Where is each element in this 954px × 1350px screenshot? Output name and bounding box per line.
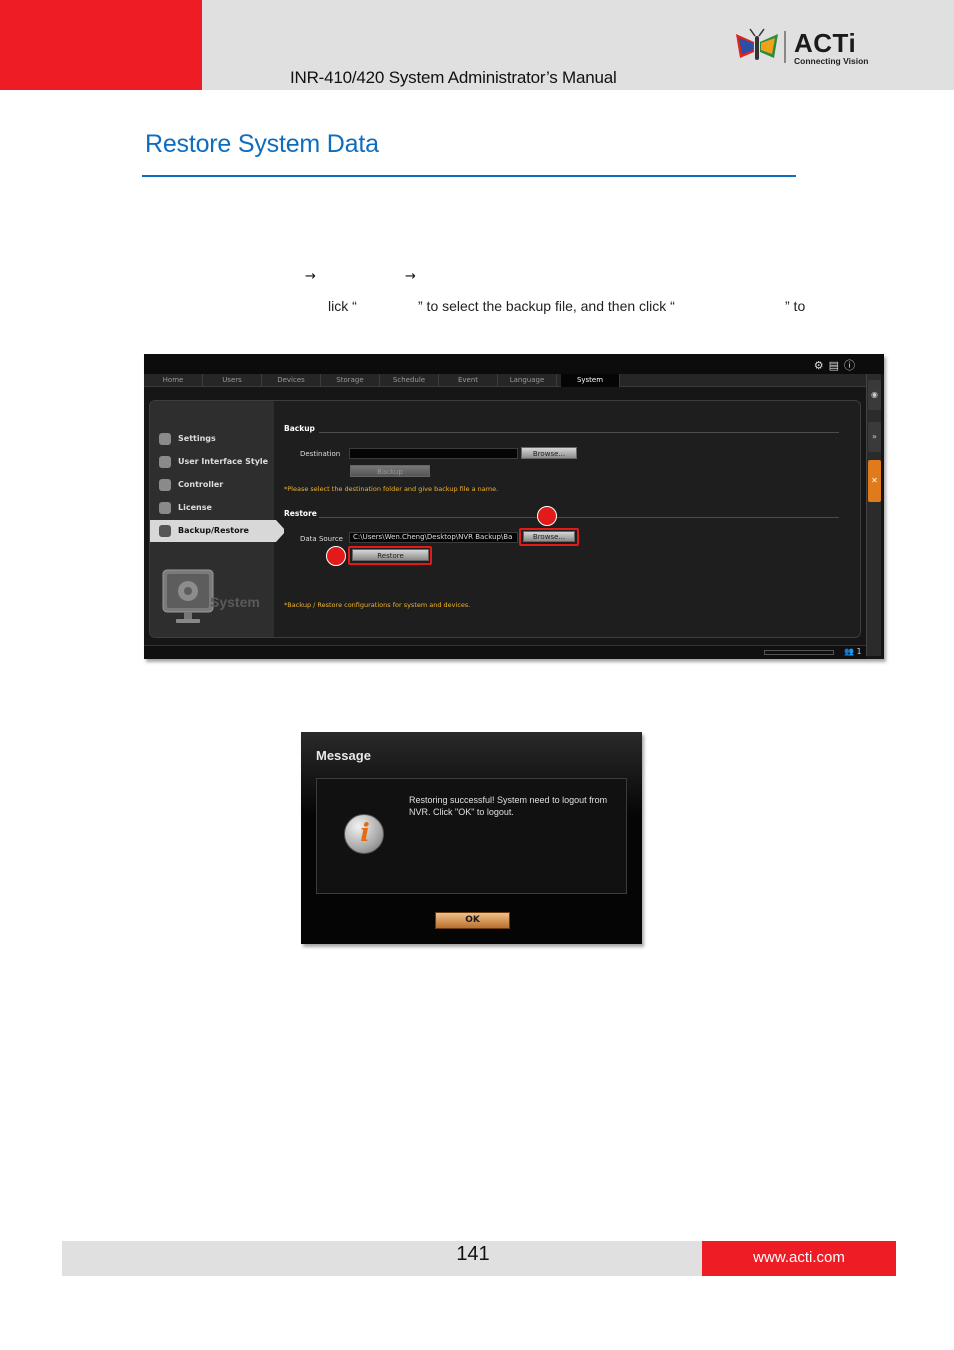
butterfly-logo-icon: [736, 28, 778, 60]
sidebar-item-label: Backup/Restore: [178, 526, 249, 535]
tab-system[interactable]: System: [561, 374, 620, 387]
tab-storage[interactable]: Storage: [321, 374, 380, 387]
sidebar-item-ui-style[interactable]: User Interface Style: [150, 451, 284, 473]
sidebar-item-label: User Interface Style: [178, 457, 269, 466]
step-marker-2: [326, 546, 346, 566]
right-side-panel: ◉ » ✕: [866, 374, 881, 656]
restore-highlight-box: [348, 546, 432, 565]
top-toolbar-icons: ⚙▤ⓘ: [814, 357, 860, 373]
user-count-value: 1: [856, 647, 862, 656]
key-icon: [159, 502, 171, 514]
acti-logo: ACTi Connecting Vision: [734, 28, 874, 68]
sidebar-item-backup-restore[interactable]: Backup/Restore: [150, 520, 284, 542]
restore-heading: Restore: [284, 509, 317, 518]
backup-browse-button[interactable]: Browse...: [521, 447, 577, 459]
instruction-fragment: ” to: [785, 298, 806, 314]
tab-users[interactable]: Users: [203, 374, 262, 387]
instruction-fragment: ” to select the backup file, and then cl…: [418, 298, 675, 314]
tab-event[interactable]: Event: [439, 374, 498, 387]
tab-language[interactable]: Language: [498, 374, 557, 387]
users-icon: 👥: [844, 647, 854, 656]
restore-message-dialog: Message i Restoring successful! System n…: [301, 732, 642, 944]
restore-rule: [319, 517, 839, 518]
dialog-title: Message: [316, 748, 371, 763]
dialog-body: i Restoring successful! System need to l…: [316, 778, 627, 894]
arrow-right-icon: →: [405, 269, 416, 284]
section-rule: [142, 175, 796, 177]
tab-home[interactable]: Home: [144, 374, 203, 387]
user-icon: [159, 525, 171, 537]
header-red-block: [0, 0, 202, 90]
logo-divider: [784, 31, 786, 63]
instruction-fragment: lick “: [328, 298, 357, 314]
sidebar-item-label: License: [178, 503, 212, 512]
document-icon[interactable]: ▤: [829, 359, 844, 372]
step-marker-1: [537, 506, 557, 526]
ok-button[interactable]: OK: [435, 912, 510, 929]
tab-schedule[interactable]: Schedule: [380, 374, 439, 387]
tab-devices[interactable]: Devices: [262, 374, 321, 387]
app-status-bar: 👥 1: [144, 645, 866, 659]
system-label: System: [210, 594, 260, 610]
user-count: 👥 1: [844, 647, 862, 656]
destination-label: Destination: [300, 450, 341, 458]
gear-icon: [159, 433, 171, 445]
data-source-field[interactable]: C:\Users\Wen.Cheng\Desktop\NVR Backup\Ba: [349, 532, 518, 543]
section-title: Restore System Data: [145, 130, 379, 158]
backup-restore-screenshot: ⚙▤ⓘ Home Users Devices Storage Schedule …: [144, 354, 884, 659]
fast-forward-icon[interactable]: »: [868, 422, 881, 452]
sidebar-item-settings[interactable]: Settings: [150, 428, 284, 450]
gear-icon[interactable]: ⚙: [814, 359, 829, 372]
settings-panel: Settings User Interface Style Controller…: [149, 400, 861, 638]
footer-url-link[interactable]: www.acti.com: [702, 1249, 896, 1266]
data-source-label: Data Source: [300, 535, 343, 543]
backup-button[interactable]: Backup: [350, 465, 430, 477]
info-icon[interactable]: ⓘ: [844, 359, 860, 372]
destination-field[interactable]: [349, 448, 518, 459]
logo-wordmark: ACTi: [794, 28, 857, 58]
layout-icon: [159, 456, 171, 468]
backup-note: *Please select the destination folder an…: [284, 485, 499, 493]
system-monitor-icon: [162, 569, 214, 623]
backup-restore-content: Backup Destination Browse... Backup *Ple…: [274, 401, 860, 637]
main-tab-bar: Home Users Devices Storage Schedule Even…: [144, 374, 866, 387]
backup-heading: Backup: [284, 424, 315, 433]
controller-icon: [159, 479, 171, 491]
info-icon: i: [344, 814, 384, 854]
sidebar-item-label: Controller: [178, 480, 224, 489]
sidebar-item-controller[interactable]: Controller: [150, 474, 284, 496]
sidebar-item-license[interactable]: License: [150, 497, 284, 519]
dialog-message: Restoring successful! System need to log…: [409, 795, 608, 817]
manual-title: INR-410/420 System Administrator’s Manua…: [290, 68, 617, 87]
sidebar-item-label: Settings: [178, 434, 216, 443]
browse-highlight-box: [519, 528, 579, 546]
tools-icon[interactable]: ✕: [868, 460, 881, 502]
app-top-strip: ⚙▤ⓘ: [144, 354, 884, 374]
arrow-right-icon: →: [305, 269, 316, 284]
eye-icon[interactable]: ◉: [868, 380, 881, 410]
logo-tagline: Connecting Vision: [794, 56, 869, 66]
settings-sidebar: Settings User Interface Style Controller…: [150, 401, 284, 637]
volume-meter: [764, 650, 834, 655]
backup-restore-note: *Backup / Restore configurations for sys…: [284, 601, 471, 609]
backup-rule: [319, 432, 839, 433]
